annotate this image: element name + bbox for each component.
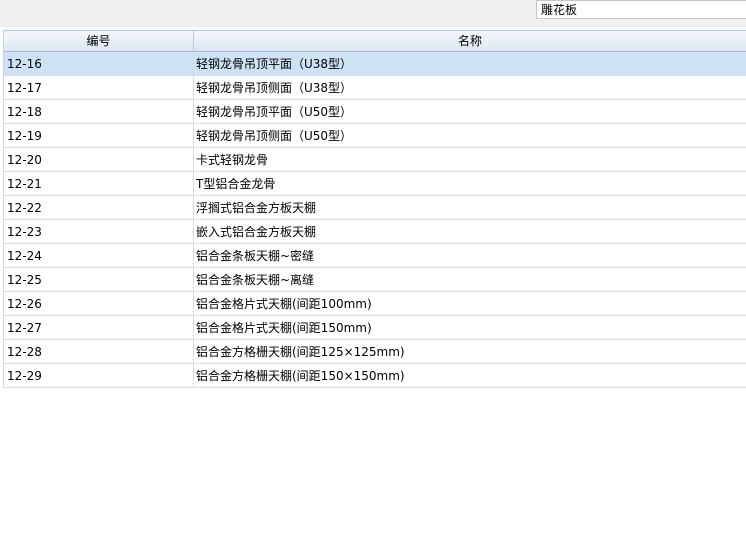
column-header-name[interactable]: 名称 [194,31,746,51]
table-row[interactable]: 12-25 铝合金条板天棚~离缝 [4,268,746,292]
table-row[interactable]: 12-23 嵌入式铝合金方板天棚 [4,220,746,244]
table-row[interactable]: 12-29 铝合金方格栅天棚(间距150×150mm) [4,364,746,388]
cell-code: 12-21 [4,172,194,195]
cell-code: 12-22 [4,196,194,219]
cell-name: 轻钢龙骨吊顶侧面（U38型） [194,76,746,99]
cell-code: 12-28 [4,340,194,363]
table-row[interactable]: 12-28 铝合金方格栅天棚(间距125×125mm) [4,340,746,364]
cell-name: 轻钢龙骨吊顶侧面（U50型） [194,124,746,147]
cell-code: 12-24 [4,244,194,267]
table-row[interactable]: 12-17 轻钢龙骨吊顶侧面（U38型） [4,76,746,100]
cell-name: 卡式轻钢龙骨 [194,148,746,171]
table-row[interactable]: 12-26 铝合金格片式天棚(间距100mm) [4,292,746,316]
cell-name: 浮搁式铝合金方板天棚 [194,196,746,219]
table-row[interactable]: 12-24 铝合金条板天棚~密缝 [4,244,746,268]
cell-name: 铝合金方格栅天棚(间距150×150mm) [194,364,746,387]
cell-code: 12-19 [4,124,194,147]
cell-name: 轻钢龙骨吊顶平面（U38型） [194,52,746,75]
search-input[interactable]: 雕花板 [536,0,746,19]
table-row[interactable]: 12-20 卡式轻钢龙骨 [4,148,746,172]
cell-code: 12-18 [4,100,194,123]
table-row[interactable]: 12-21 T型铝合金龙骨 [4,172,746,196]
cell-name: 铝合金条板天棚~离缝 [194,268,746,291]
table-row[interactable]: 12-19 轻钢龙骨吊顶侧面（U50型） [4,124,746,148]
column-header-code[interactable]: 编号 [4,31,194,51]
cell-name: 铝合金格片式天棚(间距100mm) [194,292,746,315]
cell-code: 12-17 [4,76,194,99]
cell-code: 12-16 [4,52,194,75]
table-row[interactable]: 12-22 浮搁式铝合金方板天棚 [4,196,746,220]
cell-name: 嵌入式铝合金方板天棚 [194,220,746,243]
cell-code: 12-25 [4,268,194,291]
cell-name: 铝合金条板天棚~密缝 [194,244,746,267]
cell-code: 12-26 [4,292,194,315]
cell-name: 轻钢龙骨吊顶平面（U50型） [194,100,746,123]
cell-code: 12-20 [4,148,194,171]
table-row[interactable]: 12-27 铝合金格片式天棚(间距150mm) [4,316,746,340]
table-header: 编号 名称 [4,30,746,52]
cell-code: 12-29 [4,364,194,387]
table-body: 12-16 轻钢龙骨吊顶平面（U38型） 12-17 轻钢龙骨吊顶侧面（U38型） 12… [4,52,746,388]
cell-name: 铝合金格片式天棚(间距150mm) [194,316,746,339]
toolbar: 雕花板 [0,0,746,27]
cell-name: T型铝合金龙骨 [194,172,746,195]
table-row[interactable]: 12-16 轻钢龙骨吊顶平面（U38型） [4,52,746,76]
table-row[interactable]: 12-18 轻钢龙骨吊顶平面（U50型） [4,100,746,124]
cell-code: 12-23 [4,220,194,243]
cell-code: 12-27 [4,316,194,339]
cell-name: 铝合金方格栅天棚(间距125×125mm) [194,340,746,363]
quota-table: 编号 名称 12-16 轻钢龙骨吊顶平面（U38型） 12-17 轻钢龙骨吊顶侧面（U… [3,30,746,388]
